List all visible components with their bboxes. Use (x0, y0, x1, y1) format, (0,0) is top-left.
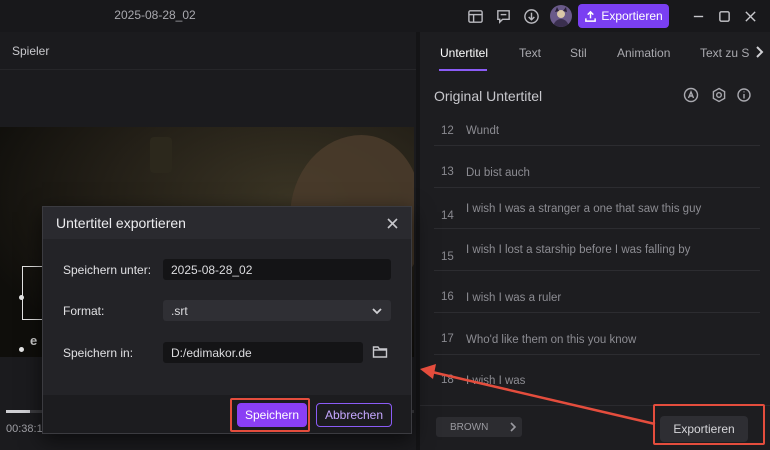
save-in-label: Speichern in: (63, 346, 134, 360)
dialog-header: Untertitel exportieren (43, 207, 411, 239)
info-icon[interactable] (734, 85, 754, 105)
tab-text[interactable]: Text (519, 46, 541, 60)
list-item[interactable]: 14 I wish I was a stranger a one that sa… (434, 188, 760, 229)
subtitle-number: 16 (441, 291, 454, 303)
chevron-right-icon[interactable] (750, 42, 768, 62)
list-item[interactable]: 18 I wish I was (434, 355, 760, 395)
style-chip-label: BROWN (450, 421, 489, 433)
resize-handle[interactable] (19, 295, 24, 300)
format-label: Format: (63, 304, 105, 318)
download-icon[interactable] (521, 6, 541, 26)
minimize-icon[interactable] (688, 6, 708, 26)
cancel-button[interactable]: Abbrechen (316, 403, 392, 427)
avatar[interactable] (550, 5, 572, 27)
close-icon[interactable] (383, 214, 401, 232)
export-top-label: Exportieren (601, 9, 663, 23)
subtitle-number: 15 (441, 251, 454, 263)
chevron-down-icon (372, 308, 382, 315)
tab-animation[interactable]: Animation (617, 46, 670, 60)
playback-time: 00:38:1 (6, 423, 43, 435)
panel-tabs: Untertitel Text Stil Animation Text zu S (420, 32, 770, 72)
player-header: Spieler (0, 32, 416, 70)
save-highlight (230, 398, 310, 432)
settings-icon[interactable] (709, 85, 729, 105)
player-title: Spieler (12, 44, 50, 58)
feedback-icon[interactable] (493, 6, 513, 26)
translate-icon[interactable] (681, 85, 701, 105)
subtitle-panel: Untertitel Text Stil Animation Text zu S… (420, 32, 770, 450)
list-item[interactable]: 12 Wundt (434, 112, 760, 146)
maximize-icon[interactable] (714, 6, 734, 26)
resize-handle[interactable] (19, 347, 24, 352)
subtitle-text: I wish I was a stranger a one that saw t… (466, 203, 702, 215)
export-subtitle-dialog: Untertitel exportieren Speichern unter: … (42, 206, 412, 434)
layout-icon[interactable] (465, 6, 485, 26)
subtitle-number: 17 (441, 333, 454, 345)
active-tab-indicator (439, 69, 487, 71)
save-as-label: Speichern unter: (63, 263, 152, 277)
list-item[interactable]: 16 I wish I was a ruler (434, 271, 760, 313)
progress-fill (6, 410, 31, 413)
subtitle-number: 13 (441, 166, 454, 178)
subtitle-text: I wish I was a ruler (466, 292, 562, 304)
format-value: .srt (171, 303, 188, 318)
close-icon[interactable] (740, 6, 760, 26)
subtitle-number: 14 (441, 210, 454, 222)
folder-path-input[interactable]: D:/edimakor.de (163, 342, 363, 363)
export-highlight (653, 404, 765, 445)
document-title: 2025-08-28_02 (114, 8, 196, 22)
tab-stil[interactable]: Stil (570, 46, 587, 60)
tab-untertitel[interactable]: Untertitel (440, 46, 488, 60)
subtitle-text: Who'd like them on this you know (466, 334, 637, 346)
folder-icon[interactable] (372, 344, 390, 360)
subtitle-text: I wish I lost a starship before I was fa… (466, 244, 691, 256)
filename-input[interactable]: 2025-08-28_02 (163, 259, 391, 280)
dialog-title: Untertitel exportieren (56, 215, 186, 231)
subtitle-text: Du bist auch (466, 167, 530, 179)
style-chip[interactable]: BROWN (436, 417, 522, 437)
subtitle-text: Wundt (466, 125, 500, 137)
export-top-button[interactable]: Exportieren (578, 4, 669, 28)
panel-title: Original Untertitel (434, 88, 543, 104)
upload-icon (585, 10, 597, 22)
title-bar: 2025-08-28_02 Exportieren (0, 0, 770, 32)
chevron-right-icon (510, 422, 517, 432)
list-item[interactable]: 13 Du bist auch (434, 146, 760, 188)
list-item[interactable]: 15 I wish I lost a starship before I was… (434, 229, 760, 271)
subtitle-number: 12 (441, 125, 454, 137)
list-item[interactable]: 17 Who'd like them on this you know (434, 313, 760, 355)
subtitle-number: 18 (441, 374, 454, 386)
watermark-text: e (30, 333, 38, 348)
subtitle-text: I wish I was (466, 375, 526, 387)
format-select[interactable]: .srt (163, 300, 391, 321)
